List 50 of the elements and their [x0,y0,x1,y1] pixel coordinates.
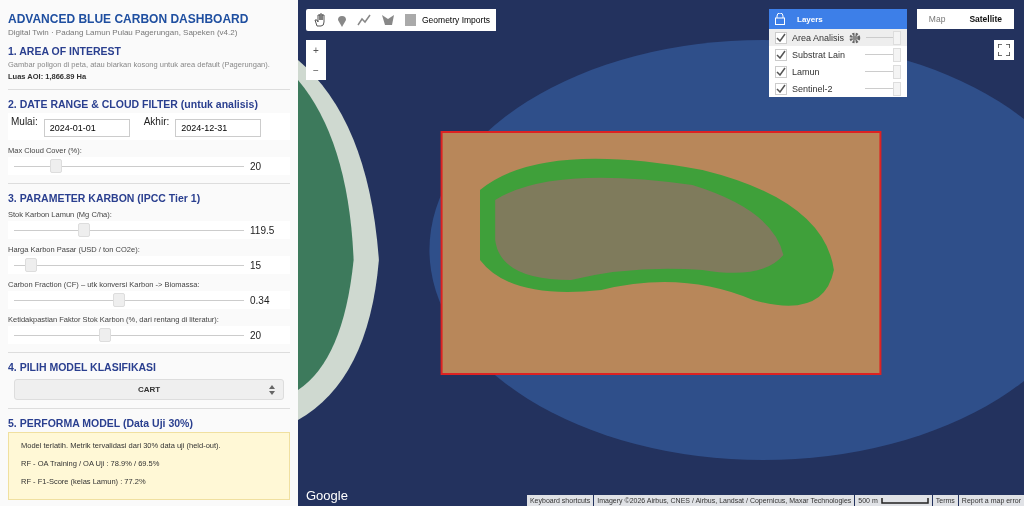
polygon-icon[interactable] [381,14,395,26]
opacity-thumb[interactable] [893,47,901,62]
section-heading: 5. PERFORMA MODEL (Data Uji 30%) [8,417,194,429]
opacity-slider[interactable] [865,30,901,45]
fullscreen-button[interactable] [994,40,1014,60]
dashboard-subtitle: Digital Twin · Padang Lamun Pulau Pagerungan, Sapeken (v4.2) [8,28,239,37]
rectangle-icon[interactable] [405,14,417,26]
updown-icon [269,385,275,395]
model-select[interactable]: CART [14,379,284,400]
slider-thumb[interactable] [78,223,90,237]
hand-icon[interactable] [313,13,327,27]
layer-checkbox[interactable] [775,31,787,44]
settings-icon[interactable] [849,31,861,44]
layer-checkbox[interactable] [775,65,787,78]
section-heading: 4. PILIH MODEL KLASIFIKASI [8,361,157,373]
start-label: Mulai: [11,116,38,127]
layer-checkbox[interactable] [775,48,787,61]
pin-icon[interactable] [337,13,347,27]
layers-title: Layers [797,14,823,24]
section-heading: 1. AREA OF INTEREST [8,45,122,57]
opacity-thumb[interactable] [893,81,901,96]
layer-name: Substrat Lain [792,49,846,60]
geometry-imports-button[interactable]: Geometry Imports [416,9,497,31]
opacity-thumb[interactable] [893,64,901,79]
start-date-field[interactable]: 2024-01-01 [43,119,130,137]
layer-name: Sentinel-2 [792,83,833,94]
lock-icon [775,13,785,25]
slider-value: 0.34 [250,294,271,306]
line-icon[interactable] [357,14,371,26]
layers-header[interactable]: Layers [769,9,907,29]
layer-name: Lamun [792,66,820,77]
dashboard-title: ADVANCED BLUE CARBON DASHBOARD [8,12,250,26]
slider-value: 20 [250,160,263,172]
layer-name: Area Analisis [792,32,845,43]
slider-thumb[interactable] [112,293,125,307]
section-heading: 2. DATE RANGE & CLOUD FILTER (untuk analisis) [8,98,259,110]
section-heading: 3. PARAMETER KARBON (IPCC Tier 1) [8,192,202,204]
fullscreen-icon [998,44,1010,56]
slider-thumb[interactable] [98,328,111,342]
slider-value: 20 [250,329,263,341]
scale-bar-icon [880,497,929,504]
slider-value: 15 [250,259,263,271]
slider-thumb[interactable] [25,258,38,272]
end-label: Akhir: [143,116,170,127]
slider-value: 119.5 [250,224,276,236]
layer-checkbox[interactable] [775,82,787,95]
end-date-field[interactable]: 2024-12-31 [175,119,262,137]
slider-thumb[interactable] [50,159,63,173]
map-logo: Google [306,488,348,503]
opacity-thumb[interactable] [893,30,901,45]
